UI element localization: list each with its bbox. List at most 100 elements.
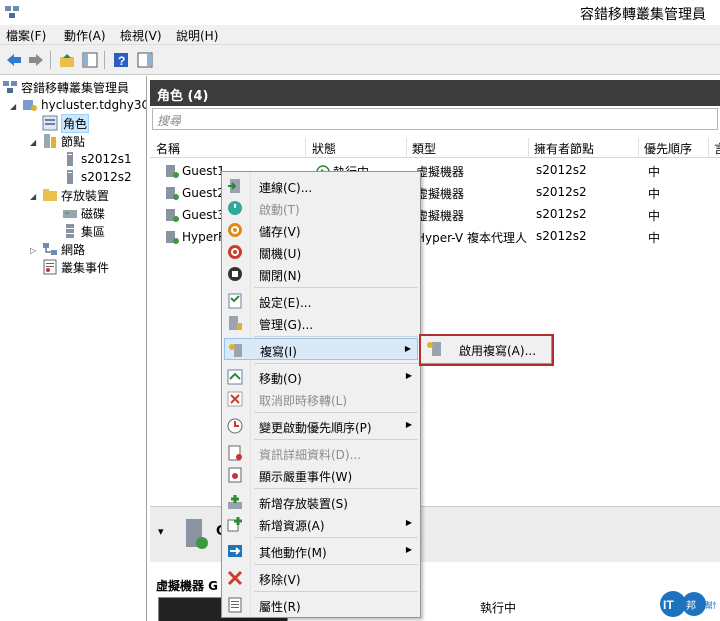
tree-item-storage[interactable]: 存放裝置 [42,186,109,204]
show-hide-tree-icon[interactable] [80,50,100,70]
priority-icon [227,418,243,434]
menu-item-properties[interactable]: 屬性(R) [224,594,418,616]
menu-view[interactable]: 檢視(V) [120,27,162,44]
svg-text:?: ? [118,54,125,68]
server-icon [62,169,78,185]
menu-file[interactable]: 檔案(F) [6,27,46,44]
menu-item-move[interactable]: 移動(O) ▶ [224,366,418,388]
window-title: 容錯移轉叢集管理員 [580,7,706,23]
tree-item-root[interactable]: 容錯移轉叢集管理員 [2,78,129,96]
column-header-owner[interactable]: 擁有者節點 [534,140,594,157]
column-header-priority[interactable]: 優先順序 [644,140,692,157]
tree-item-disks[interactable]: 磁碟 [62,204,105,222]
replication-icon [228,342,244,358]
tree-item-network[interactable]: 網路 [42,240,85,258]
menu-help[interactable]: 說明(H) [176,27,218,44]
expand-arrow-icon[interactable]: ◢ [10,102,16,111]
context-menu: 連線(C)... 啟動(T) 儲存(V) 關機(U) 關閉(N) 設定(E)..… [221,171,421,618]
vm-icon [166,187,179,200]
properties-icon [227,597,243,613]
up-folder-icon[interactable] [57,50,77,70]
menu-separator [254,439,418,440]
pool-icon [62,223,78,239]
vm-large-icon [186,519,208,549]
help-icon[interactable]: ? [111,50,131,70]
column-separator[interactable] [528,138,529,158]
menu-item-cancel-live-migration[interactable]: 取消即時移轉(L) [224,388,418,410]
role-type: 虛擬機器 [416,187,465,201]
more-actions-icon [227,543,243,559]
highlight-annotation-box [419,334,554,366]
menu-separator [254,537,418,538]
turn-off-icon [227,266,243,282]
shutdown-icon [227,244,243,260]
roles-header: 角色 (4) [150,80,720,106]
menu-item-save[interactable]: 儲存(V) [224,219,418,241]
collapse-arrow-icon[interactable]: ▷ [30,246,36,255]
menu-item-add-resource[interactable]: 新增資源(A) ▶ [224,513,418,535]
menu-separator [254,412,418,413]
disk-icon [62,205,78,221]
forward-arrow-icon[interactable] [26,50,46,70]
tree-item-nodes[interactable]: 節點 [42,132,85,150]
search-input[interactable]: 搜尋 [152,108,718,130]
tree-item-pools[interactable]: 集區 [62,222,105,240]
toolbar: ? [0,45,720,75]
server-icon [62,151,78,167]
menu-item-manage[interactable]: 管理(G)... [224,312,418,334]
menu-item-turn-off[interactable]: 關閉(N) [224,263,418,285]
column-header-type[interactable]: 類型 [412,140,436,157]
role-owner: s2012s2 [536,185,587,199]
expand-arrow-icon[interactable]: ◢ [30,192,36,201]
detail-status: 執行中 [480,601,517,615]
menu-action[interactable]: 動作(A) [64,27,106,44]
menu-item-settings[interactable]: 設定(E)... [224,290,418,312]
collapse-chevron-icon[interactable]: ▾ [158,525,164,538]
expand-arrow-icon[interactable]: ◢ [30,138,36,147]
column-separator[interactable] [305,138,306,158]
column-header-info[interactable]: 言 [714,140,720,157]
vm-icon [166,209,179,222]
tree-item-node-s2012s2[interactable]: s2012s2 [62,168,132,186]
submenu-arrow-icon: ▶ [405,371,412,380]
detail-title: 虛擬機器 G [156,579,219,593]
nodes-icon [42,133,58,149]
menu-item-connect[interactable]: 連線(C)... [224,175,418,197]
action-pane-icon[interactable] [135,50,155,70]
role-priority: 中 [648,209,661,223]
menu-item-show-critical-events[interactable]: 顯示嚴重事件(W) [224,464,418,486]
info-details-icon [227,445,243,461]
column-separator[interactable] [708,138,709,158]
move-icon [227,369,243,385]
column-separator[interactable] [638,138,639,158]
menu-bar: 檔案(F) 動作(A) 檢視(V) 說明(H) [0,25,720,45]
cluster-manager-icon [2,79,18,95]
vm-icon [166,165,179,178]
menu-item-replication[interactable]: 複寫(I) ▶ [224,338,418,360]
column-separator[interactable] [406,138,407,158]
start-icon [227,200,243,216]
network-icon [42,241,58,257]
tree-item-cluster[interactable]: hycluster.tdghy3C [22,96,146,114]
column-header-name[interactable]: 名稱 [156,140,180,157]
back-arrow-icon[interactable] [4,50,24,70]
storage-folder-icon [42,187,58,203]
menu-separator [254,363,418,364]
tree-item-events[interactable]: 叢集事件 [42,258,109,276]
menu-item-more-actions[interactable]: 其他動作(M) ▶ [224,540,418,562]
tree-item-roles[interactable]: 角色 [42,113,90,133]
tree-item-node-s2012s1[interactable]: s2012s1 [62,150,132,168]
column-header-status[interactable]: 狀態 [312,140,336,157]
menu-separator [254,287,418,288]
cluster-icon [22,97,38,113]
menu-item-add-storage[interactable]: 新增存放裝置(S) [224,491,418,513]
menu-item-change-priority[interactable]: 變更啟動優先順序(P) ▶ [224,415,418,437]
menu-item-information-details[interactable]: 資訊詳細資料(D)... [224,442,418,464]
menu-item-remove[interactable]: 移除(V) [224,567,418,589]
menu-item-shutdown[interactable]: 關機(U) [224,241,418,263]
role-name: Guest1 [182,164,225,178]
menu-separator [254,488,418,489]
roles-icon [42,115,58,131]
submenu-arrow-icon: ▶ [405,518,412,527]
menu-item-start[interactable]: 啟動(T) [224,197,418,219]
